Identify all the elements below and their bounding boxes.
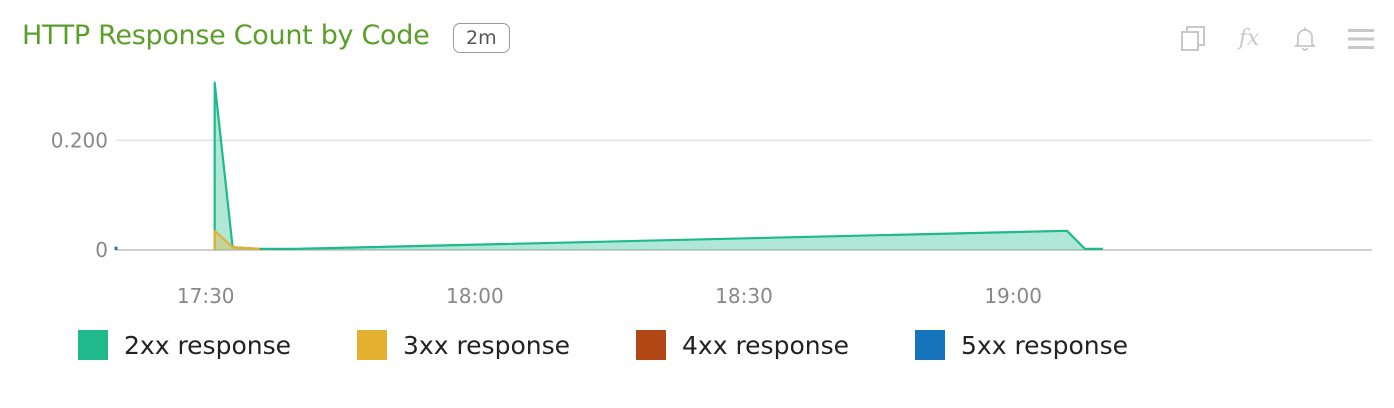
menu-icon[interactable] [1346,24,1376,54]
legend-swatch [78,330,108,360]
response-count-chart: 0 0.200 17:30 18:00 18:30 19:00 [51,81,1372,308]
legend-label: 3xx response [403,330,570,360]
x-tick-label: 19:00 [984,284,1042,308]
series-area-2xx [214,82,1103,250]
legend-swatch [357,330,387,360]
series-line-2xx [213,81,1103,251]
fx-glyph: fx [1238,26,1260,51]
legend-label: 5xx response [961,330,1128,360]
x-tick-label: 17:30 [177,284,235,308]
legend-label: 2xx response [124,330,291,360]
y-tick-label: 0 [95,238,108,262]
x-tick-label: 18:00 [446,284,504,308]
bell-icon[interactable] [1290,24,1320,54]
legend-item[interactable]: 2xx response [78,330,357,360]
y-tick-label: 0.200 [51,128,108,152]
copy-icon[interactable] [1178,24,1208,54]
x-tick-label: 18:30 [715,284,773,308]
chart-title: HTTP Response Count by Code [22,20,430,51]
chart-legend: 2xx response 3xx response 4xx response 5xx … [78,330,1194,360]
legend-item[interactable]: 5xx response [915,330,1194,360]
legend-swatch [915,330,945,360]
legend-item[interactable]: 4xx response [636,330,915,360]
fx-icon[interactable]: fx [1234,24,1264,54]
legend-swatch [636,330,666,360]
legend-item[interactable]: 3xx response [357,330,636,360]
legend-label: 4xx response [682,330,849,360]
timeframe-badge[interactable]: 2m [453,23,510,53]
chart-toolbar: fx [1178,24,1376,54]
